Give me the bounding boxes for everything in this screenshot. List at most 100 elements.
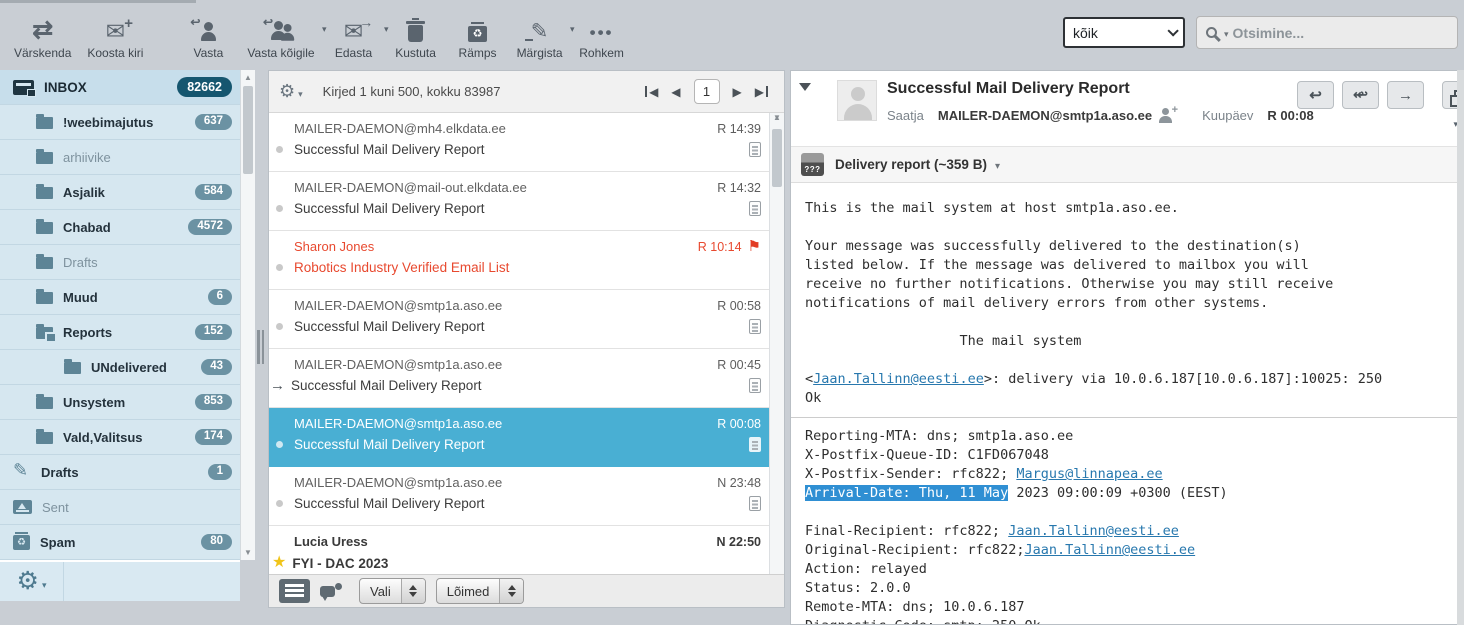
forward-action-button[interactable]: → bbox=[1387, 81, 1424, 109]
search-scope-select[interactable]: kõik bbox=[1063, 17, 1185, 48]
mark-button[interactable]: ✎ Märgista ▾ bbox=[509, 4, 575, 61]
sidebar-folder[interactable]: arhiivike bbox=[0, 140, 240, 175]
reply-icon: ↩ bbox=[190, 15, 217, 41]
page-number-input[interactable] bbox=[693, 79, 720, 104]
reply-all-button[interactable]: ↩ Vasta kõigile ▾ bbox=[239, 4, 326, 60]
last-page-button[interactable]: ▶ bbox=[755, 85, 769, 98]
sidebar-scrollbar[interactable]: ▲ ▼ bbox=[240, 70, 255, 560]
message-count-text: Kirjed 1 kuni 500, kokku 83987 bbox=[322, 84, 501, 99]
compose-button[interactable]: ✉ + Koosta kiri bbox=[79, 4, 151, 60]
email-link[interactable]: Jaan.Tallinn@eesti.ee bbox=[813, 371, 984, 387]
collapse-header-icon[interactable] bbox=[799, 83, 811, 91]
scroll-up-arrow[interactable]: ▲ bbox=[241, 73, 255, 82]
threads-dropdown[interactable]: Lõimed bbox=[435, 578, 525, 604]
chevron-down-icon bbox=[1167, 24, 1179, 37]
message-row[interactable]: Lucia Uress N 22:50 ★ FYI - DAC 2023 bbox=[269, 526, 769, 574]
selected-text: Arrival-Date: Thu, 11 May bbox=[805, 485, 1009, 501]
sidebar-folder[interactable]: Spam 80 bbox=[0, 525, 240, 560]
attachment-icon bbox=[749, 319, 761, 334]
attachment-bar[interactable]: Delivery report (~359 B) ▾ bbox=[791, 147, 1464, 183]
folder-icon bbox=[36, 219, 53, 234]
unread-count-badge: 853 bbox=[194, 393, 232, 411]
more-button[interactable]: ••• Rohkem bbox=[571, 4, 633, 60]
add-contact-icon[interactable]: + bbox=[1159, 104, 1178, 123]
previous-page-button[interactable]: ◀ bbox=[671, 86, 680, 98]
from-label: Saatja bbox=[887, 108, 924, 123]
search-box[interactable]: ▾ bbox=[1196, 16, 1458, 49]
sidebar-folder[interactable]: Vald,Valitsus 174 bbox=[0, 420, 240, 455]
star-icon[interactable]: ★ bbox=[272, 555, 286, 571]
reply-all-action-button[interactable]: ↩↩ bbox=[1342, 81, 1379, 109]
sidebar-folder[interactable]: !weebimajutus 637 bbox=[0, 105, 240, 140]
pane-splitter[interactable] bbox=[257, 330, 267, 364]
sidebar-folder[interactable]: Reports 152 bbox=[0, 315, 240, 350]
folder-options-button[interactable]: ⚙ ▾ bbox=[0, 562, 64, 601]
refresh-button[interactable]: ⇄ Värskenda bbox=[6, 4, 79, 60]
button-label: Rämps bbox=[458, 46, 497, 60]
folder-name: Drafts bbox=[63, 254, 98, 270]
delete-button[interactable]: Kustuta bbox=[385, 4, 447, 60]
message-date: R 10:14 bbox=[697, 239, 742, 254]
conversation-icon[interactable] bbox=[320, 582, 342, 601]
sidebar-folder[interactable]: Sent bbox=[0, 490, 240, 525]
reading-pane-scrollbar[interactable] bbox=[1457, 70, 1464, 625]
sidebar-folder[interactable]: Unsystem 853 bbox=[0, 385, 240, 420]
scrollbar-thumb[interactable] bbox=[243, 86, 253, 174]
folder-name: Sent bbox=[42, 499, 69, 515]
button-label: Edasta bbox=[334, 46, 373, 60]
message-row[interactable]: MAILER-DAEMON@mail-out.elkdata.ee R 14:3… bbox=[269, 172, 769, 231]
message-row[interactable]: MAILER-DAEMON@smtp1a.aso.ee R 00:58 Succ… bbox=[269, 290, 769, 349]
sidebar-folder[interactable]: Muud 6 bbox=[0, 280, 240, 315]
body-text: This is the mail system at host smtp1a.a… bbox=[805, 200, 1334, 387]
junk-button[interactable]: Rämps bbox=[447, 4, 509, 60]
sidebar-folder[interactable]: Drafts 1 bbox=[0, 455, 240, 490]
select-dropdown-label: Vali bbox=[370, 583, 391, 599]
folder-icon bbox=[36, 149, 53, 164]
message-subject: Successful Mail Delivery Report bbox=[294, 319, 485, 334]
message-list-scrollbar[interactable]: ▲ ▼ bbox=[769, 113, 784, 574]
message-subject: Successful Mail Delivery Report bbox=[291, 378, 482, 393]
sidebar-folder[interactable]: Drafts bbox=[0, 245, 240, 280]
unread-count-badge: 637 bbox=[194, 113, 232, 131]
next-page-button[interactable]: ▶ bbox=[733, 86, 742, 98]
email-link[interactable]: Jaan.Tallinn@eesti.ee bbox=[1024, 542, 1195, 558]
scrollbar-thumb[interactable] bbox=[772, 129, 782, 187]
message-rows: MAILER-DAEMON@mh4.elkdata.ee R 14:39 Suc… bbox=[269, 113, 784, 574]
sender-address[interactable]: MAILER-DAEMON@smtp1a.aso.ee bbox=[938, 108, 1152, 123]
reply-button[interactable]: ↩ Vasta bbox=[177, 4, 239, 60]
sidebar-folder[interactable]: UNdelivered 43 bbox=[0, 350, 240, 385]
message-row[interactable]: MAILER-DAEMON@smtp1a.aso.ee N 23:48 Succ… bbox=[269, 467, 769, 526]
chevron-down-icon[interactable]: ▾ bbox=[1224, 29, 1229, 40]
message-list-pane: ⚙ ▾ Kirjed 1 kuni 500, kokku 83987 ◀ ◀ ▶… bbox=[268, 70, 785, 608]
sidebar-folder[interactable]: Chabad 4572 bbox=[0, 210, 240, 245]
list-mode-button[interactable] bbox=[279, 579, 310, 603]
message-body: This is the mail system at host smtp1a.a… bbox=[791, 183, 1464, 624]
message-row[interactable]: MAILER-DAEMON@mh4.elkdata.ee R 14:39 Suc… bbox=[269, 113, 769, 172]
first-page-button[interactable]: ◀ bbox=[644, 85, 658, 98]
email-link[interactable]: Margus@linnapea.ee bbox=[1016, 466, 1162, 482]
unread-count-badge: 6 bbox=[207, 288, 232, 306]
email-link[interactable]: Jaan.Tallinn@eesti.ee bbox=[1008, 523, 1179, 539]
message-row[interactable]: Sharon Jones R 10:14 ⚑ Robotics Industry… bbox=[269, 231, 769, 290]
chevron-down-icon[interactable]: ▾ bbox=[995, 161, 1000, 172]
message-row[interactable]: MAILER-DAEMON@smtp1a.aso.ee R 00:45 → Su… bbox=[269, 349, 769, 408]
reply-action-button[interactable]: ↩ bbox=[1297, 81, 1334, 109]
list-options-button[interactable]: ⚙ bbox=[279, 81, 295, 102]
unread-dot bbox=[276, 264, 283, 271]
message-subject: Successful Mail Delivery Report bbox=[294, 201, 485, 216]
message-date: N 23:48 bbox=[717, 475, 761, 490]
chevron-down-icon: ▾ bbox=[298, 89, 303, 99]
button-label: Koosta kiri bbox=[87, 46, 144, 60]
search-input[interactable] bbox=[1232, 24, 1448, 41]
forward-button[interactable]: ✉ → Edasta ▾ bbox=[323, 4, 389, 60]
sidebar-folder[interactable]: INBOX 82662 bbox=[0, 70, 240, 105]
scroll-down-arrow[interactable]: ▼ bbox=[770, 113, 784, 122]
message-row[interactable]: MAILER-DAEMON@smtp1a.aso.ee R 00:08 Succ… bbox=[269, 408, 769, 467]
select-dropdown[interactable]: Vali bbox=[359, 578, 426, 604]
message-subject: Successful Mail Delivery Report bbox=[294, 437, 485, 452]
forwarded-icon: → bbox=[270, 377, 285, 394]
sidebar-folder[interactable]: Asjalik 584 bbox=[0, 175, 240, 210]
folder-icon bbox=[13, 500, 32, 514]
date-label: Kuupäev bbox=[1202, 108, 1254, 123]
scroll-down-arrow[interactable]: ▼ bbox=[241, 548, 255, 557]
